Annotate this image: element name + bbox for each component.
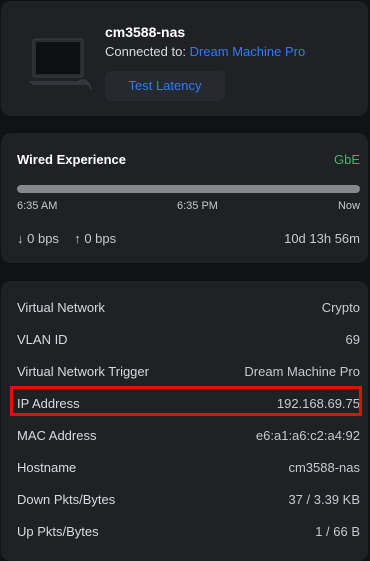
download-rate: 0 bps — [27, 231, 59, 246]
detail-row-hostname: Hostname cm3588-nas — [1, 452, 368, 484]
detail-label: Hostname — [17, 460, 77, 475]
arrow-down-icon: ↓ — [17, 231, 24, 246]
detail-row-mac-address: MAC Address e6:a1:a6:c2:a4:92 — [1, 420, 368, 452]
test-latency-button[interactable]: Test Latency — [105, 71, 225, 101]
upload-rate: 0 bps — [84, 231, 117, 246]
detail-row-virtual-network-trigger: Virtual Network Trigger Dream Machine Pr… — [1, 356, 368, 388]
timeline-tick-now: Now — [337, 200, 360, 212]
detail-value: Crypto — [321, 300, 360, 315]
connection-status: Connected to: Dream Machine Pro — [105, 44, 305, 59]
detail-row-up-pkts: Up Pkts/Bytes 1 / 66 B — [1, 516, 368, 548]
detail-row-down-pkts: Down Pkts/Bytes 37 / 3.39 KB — [1, 484, 368, 516]
arrow-up-icon: ↑ — [74, 231, 81, 246]
detail-value: 192.168.69.75 — [276, 396, 360, 411]
laptop-device-icon — [29, 37, 93, 91]
detail-label: Up Pkts/Bytes — [17, 524, 99, 539]
detail-row-vlan-id: VLAN ID 69 — [1, 324, 368, 356]
detail-label: MAC Address — [17, 428, 97, 443]
detail-label: VLAN ID — [17, 332, 68, 347]
wired-experience-title: Wired Experience — [17, 152, 126, 167]
traffic-rates: ↓ 0 bps ↑ 0 bps — [17, 231, 116, 246]
detail-value: e6:a1:a6:c2:a4:92 — [255, 428, 360, 443]
client-details-card: Virtual Network Crypto VLAN ID 69 Virtua… — [1, 281, 368, 561]
connected-label: Connected to: — [105, 44, 186, 59]
detail-value: cm3588-nas — [288, 460, 360, 475]
timeline-tick-mid: 6:35 PM — [177, 200, 218, 212]
detail-row-ip-address: IP Address 192.168.69.75 — [1, 388, 368, 420]
detail-label: Down Pkts/Bytes — [17, 492, 116, 507]
timeline-tick-start: 6:35 AM — [17, 200, 58, 212]
uptime-value: 10d 13h 56m — [284, 231, 360, 246]
experience-timeline-bar[interactable] — [17, 185, 360, 193]
detail-row-virtual-network: Virtual Network Crypto — [1, 292, 368, 324]
device-card: cm3588-nas Connected to: Dream Machine P… — [1, 1, 368, 116]
detail-value: 69 — [345, 332, 360, 347]
wired-experience-card: Wired Experience GbE 6:35 AM 6:35 PM Now… — [1, 133, 368, 263]
detail-label: Virtual Network Trigger — [17, 364, 149, 379]
device-name: cm3588-nas — [105, 24, 186, 40]
link-speed-badge: GbE — [333, 152, 360, 167]
detail-value: 37 / 3.39 KB — [288, 492, 360, 507]
detail-label: Virtual Network — [17, 300, 105, 315]
detail-label: IP Address — [17, 396, 80, 411]
uplink-device-link[interactable]: Dream Machine Pro — [190, 44, 306, 59]
detail-value: 1 / 66 B — [315, 524, 360, 539]
detail-value: Dream Machine Pro — [244, 364, 360, 379]
